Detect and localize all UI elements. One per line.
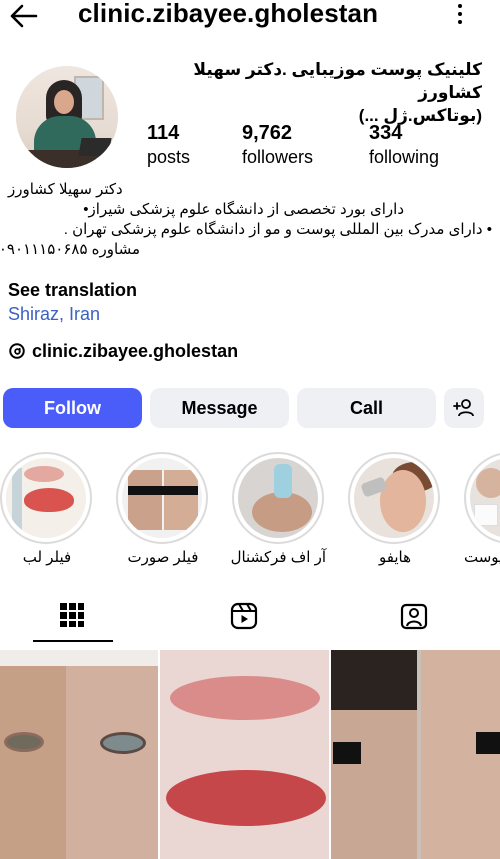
grid-icon[interactable] — [59, 602, 89, 632]
highlight-label: هایفو — [379, 549, 411, 566]
followers-label: followers — [242, 147, 314, 167]
following-count: 334 — [369, 122, 403, 144]
highlight-label: فیلر صورت — [127, 549, 199, 566]
following-stat[interactable]: 334 following — [369, 121, 439, 169]
posts-stat[interactable]: 114 posts — [147, 121, 190, 169]
call-button[interactable]: Call — [297, 388, 436, 428]
add-person-button[interactable] — [444, 388, 484, 428]
highlight-label: پوست — [464, 549, 500, 566]
highlight-cover — [116, 452, 208, 544]
profile-stats: 114 posts 9,762 followers 334 following — [147, 121, 467, 171]
avatar[interactable] — [16, 66, 118, 168]
bio-line: دارای بورد تخصصی از دانشگاه علوم پزشکی ش… — [83, 201, 404, 218]
message-button[interactable]: Message — [150, 388, 289, 428]
highlight-cover — [348, 452, 440, 544]
post-thumbnail[interactable] — [331, 650, 500, 859]
highlight-item[interactable]: فیلر لب — [0, 452, 94, 577]
threads-icon — [9, 343, 25, 359]
active-tab-indicator — [33, 640, 113, 642]
highlight-cover — [0, 452, 92, 544]
profile-username: clinic.zibayee.gholestan — [78, 0, 379, 28]
profile-full-name: کلینیک پوست موزیبایی .دکتر سهیلا کشاورز … — [152, 58, 482, 127]
highlight-cover — [464, 452, 500, 544]
highlight-cover — [232, 452, 324, 544]
more-vertical-icon[interactable] — [452, 4, 468, 28]
post-thumbnail[interactable] — [160, 650, 329, 859]
post-grid — [0, 650, 500, 859]
post-thumbnail[interactable] — [0, 650, 158, 859]
following-label: following — [369, 147, 440, 167]
see-translation-link[interactable]: See translation — [8, 280, 137, 301]
arrow-left-icon[interactable] — [8, 2, 40, 30]
profile-tabs — [0, 596, 500, 648]
highlight-label: آر اف فرکشنال — [230, 549, 326, 566]
highlight-item[interactable]: پوست — [464, 452, 500, 577]
full-name-line-1: کلینیک پوست موزیبایی .دکتر سهیلا کشاورز — [193, 60, 482, 102]
posts-label: posts — [147, 147, 191, 167]
highlight-item[interactable]: فیلر صورت — [116, 452, 210, 577]
tagged-icon[interactable] — [400, 602, 430, 632]
threads-handle: clinic.zibayee.gholestan — [32, 340, 239, 361]
highlight-label: فیلر لب — [22, 549, 72, 566]
location-link[interactable]: Shiraz, Iran — [8, 304, 100, 325]
follow-button[interactable]: Follow — [3, 388, 142, 428]
add-person-icon — [453, 399, 474, 417]
followers-stat[interactable]: 9,762 followers — [242, 121, 313, 169]
followers-count: 9,762 — [242, 122, 293, 144]
threads-link[interactable]: clinic.zibayee.gholestan — [8, 340, 238, 362]
bio-line: دکتر سهیلا کشاورز — [8, 181, 123, 198]
bio-line: مشاوره ۰۹۰۱۱۱۵۰۶۸۵ — [0, 241, 140, 258]
posts-count: 114 — [147, 122, 180, 144]
bio-line: • دارای مدرک بین المللی پوست و مو از دان… — [63, 221, 492, 238]
reels-icon[interactable] — [230, 602, 260, 632]
bio: دکتر سهیلا کشاورز دارای بورد تخصصی از دا… — [0, 180, 492, 260]
top-bar: clinic.zibayee.gholestan — [0, 0, 500, 30]
highlight-item[interactable]: هایفو — [348, 452, 442, 577]
highlight-item[interactable]: آر اف فرکشنال — [230, 452, 326, 577]
